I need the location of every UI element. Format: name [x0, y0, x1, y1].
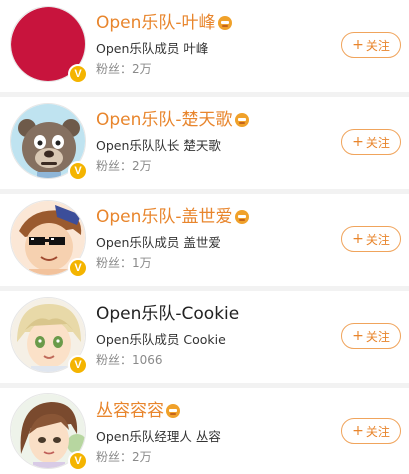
member-name[interactable]: Open乐队-楚天歌 — [96, 109, 233, 131]
follow-button[interactable]: + 关注 — [341, 226, 401, 252]
plus-icon: + — [352, 423, 364, 439]
fan-count: 粉丝：2万 — [96, 62, 152, 76]
follow-button[interactable]: + 关注 — [341, 129, 401, 155]
member-name[interactable]: Open乐队-Cookie — [96, 303, 239, 325]
member-name[interactable]: Open乐队-叶峰 — [96, 12, 216, 34]
verified-badge-icon: V — [68, 258, 88, 278]
follow-button[interactable]: + 关注 — [341, 32, 401, 58]
list-item[interactable]: V Open乐队-Cookie Open乐队成员 Cookie 粉丝：1066 … — [0, 291, 409, 383]
member-level-icon — [234, 210, 249, 224]
member-list: V Open乐队-叶峰 Open乐队成员 叶峰 粉丝：2万 + 关注 V Ope… — [0, 0, 409, 474]
avatar[interactable]: V — [10, 200, 88, 278]
member-description: Open乐队经理人 丛容 — [96, 429, 221, 444]
follow-label: 关注 — [365, 232, 390, 247]
list-item[interactable]: V 丛容容容 Open乐队经理人 丛容 粉丝：2万 + 关注 — [0, 388, 409, 474]
verified-badge-icon: V — [68, 161, 88, 181]
follow-label: 关注 — [365, 38, 390, 53]
member-description: Open乐队成员 盖世爱 — [96, 235, 221, 250]
fan-count: 粉丝：2万 — [96, 450, 152, 464]
member-description: Open乐队队长 楚天歌 — [96, 138, 221, 153]
member-level-icon — [217, 16, 232, 30]
member-level-icon — [234, 113, 249, 127]
fan-count: 粉丝：1066 — [96, 353, 163, 367]
avatar[interactable]: V — [10, 297, 88, 375]
verified-badge-icon: V — [68, 64, 88, 84]
avatar[interactable]: V — [10, 103, 88, 181]
follow-button[interactable]: + 关注 — [341, 418, 401, 444]
follow-label: 关注 — [365, 424, 390, 439]
verified-badge-icon: V — [68, 355, 88, 375]
follow-button[interactable]: + 关注 — [341, 323, 401, 349]
member-name[interactable]: 丛容容容 — [96, 400, 164, 422]
member-info: Open乐队-叶峰 Open乐队成员 叶峰 粉丝：2万 — [96, 12, 232, 77]
list-item[interactable]: V Open乐队-楚天歌 Open乐队队长 楚天歌 粉丝：2万 + 关注 — [0, 97, 409, 189]
plus-icon: + — [352, 328, 364, 344]
fan-count: 粉丝：1万 — [96, 256, 152, 270]
member-info: Open乐队-盖世爱 Open乐队成员 盖世爱 粉丝：1万 — [96, 206, 249, 271]
member-info: Open乐队-楚天歌 Open乐队队长 楚天歌 粉丝：2万 — [96, 109, 249, 174]
member-description: Open乐队成员 Cookie — [96, 332, 226, 347]
member-info: Open乐队-Cookie Open乐队成员 Cookie 粉丝：1066 — [96, 303, 239, 368]
plus-icon: + — [352, 37, 364, 53]
member-info: 丛容容容 Open乐队经理人 丛容 粉丝：2万 — [96, 400, 221, 465]
member-name[interactable]: Open乐队-盖世爱 — [96, 206, 233, 228]
member-level-icon — [166, 404, 180, 418]
avatar[interactable]: V — [10, 393, 88, 471]
avatar[interactable]: V — [10, 6, 88, 84]
list-item[interactable]: V Open乐队-叶峰 Open乐队成员 叶峰 粉丝：2万 + 关注 — [0, 0, 409, 92]
follow-label: 关注 — [365, 329, 390, 344]
plus-icon: + — [352, 231, 364, 247]
member-description: Open乐队成员 叶峰 — [96, 41, 209, 56]
follow-label: 关注 — [365, 135, 390, 150]
plus-icon: + — [352, 134, 364, 150]
verified-badge-icon: V — [68, 451, 88, 471]
list-item[interactable]: V Open乐队-盖世爱 Open乐队成员 盖世爱 粉丝：1万 + 关注 — [0, 194, 409, 286]
fan-count: 粉丝：2万 — [96, 159, 152, 173]
